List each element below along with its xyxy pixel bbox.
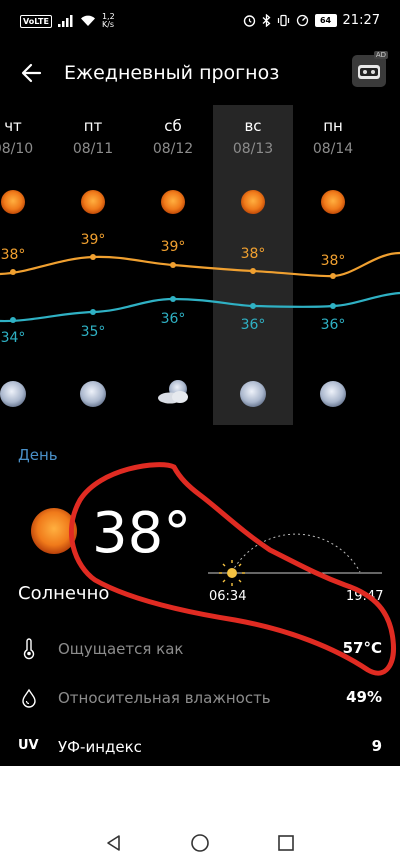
moon-icon: [0, 381, 26, 407]
sun-icon: [81, 190, 105, 214]
sun-icon: [31, 508, 77, 554]
daily-forecast-strip[interactable]: чт 08/10 пт 08/11 сб 08/12 вс 08/13 пн 0…: [0, 105, 400, 425]
uv-value: 9: [371, 737, 382, 755]
low-temp-label: 36°: [161, 311, 186, 327]
uv-icon: UV: [18, 738, 39, 753]
high-temp-label: 38°: [1, 247, 26, 263]
content-bottom-area: [0, 766, 400, 819]
moon-icon: [80, 381, 106, 407]
low-temp-label: 34°: [1, 330, 26, 346]
humidity-value: 49%: [346, 688, 382, 706]
status-clock: 21:27: [342, 13, 380, 28]
high-temp-label: 39°: [161, 239, 186, 255]
sun-icon: [1, 190, 25, 214]
vibrate-icon: [277, 14, 289, 27]
moon-icon: [240, 381, 266, 407]
forecast-graph: 38° 39° 39° 38° 38° 34° 35° 36° 36° 36°: [0, 190, 400, 407]
high-temp-label: 38°: [321, 253, 346, 269]
high-temp-label: 39°: [81, 232, 106, 248]
low-temp-label: 36°: [241, 317, 266, 333]
battery-icon: 64: [314, 14, 337, 27]
wifi-icon: [80, 15, 95, 26]
sun-icon: [321, 190, 345, 214]
water-drop-icon: [22, 688, 36, 708]
signal-icon: [57, 15, 73, 27]
sun-icon: [241, 190, 265, 214]
page-title: Ежедневный прогноз: [64, 62, 280, 84]
feels-like-label: Ощущается как: [58, 640, 184, 658]
high-temp-point: [90, 254, 96, 260]
data-saver-icon: [296, 14, 308, 27]
low-temp-point: [170, 296, 176, 302]
current-temperature: 38°: [92, 501, 192, 566]
ad-button[interactable]: AD: [352, 51, 388, 87]
thermometer-icon: [23, 638, 35, 660]
game-controller-icon: [358, 65, 380, 79]
nav-recents-icon[interactable]: [276, 833, 296, 853]
status-bar: VoLTE 1,2 K/s 64 21:27: [0, 0, 400, 44]
network-speed: 1,2 K/s: [101, 12, 115, 29]
alarm-icon: [243, 15, 255, 27]
high-temp-point: [10, 269, 16, 275]
nav-home-icon[interactable]: [190, 833, 210, 853]
high-temp-point: [170, 262, 176, 268]
humidity-label: Относительная влажность: [58, 689, 271, 707]
back-arrow-icon[interactable]: [18, 58, 48, 88]
app-header: Ежедневный прогноз: [0, 50, 400, 98]
sunrise-time: 06:34: [209, 589, 247, 604]
nav-back-icon[interactable]: [104, 833, 124, 853]
sun-icon: [161, 190, 185, 214]
low-temp-point: [90, 309, 96, 315]
high-temp-point: [250, 268, 256, 274]
sun-path-arc: [208, 533, 382, 586]
low-temp-label: 36°: [321, 317, 346, 333]
bluetooth-icon: [262, 14, 271, 27]
volte-indicator: VoLTE: [20, 14, 52, 28]
uv-index-row: UV УФ-индекс 9: [0, 728, 400, 768]
moon-cloud-icon: [158, 380, 188, 404]
high-temp-label: 38°: [241, 246, 266, 262]
low-temp-point: [250, 303, 256, 309]
ad-badge: AD: [373, 51, 388, 59]
feels-like-value: 57°C: [342, 639, 382, 657]
moon-icon: [320, 381, 346, 407]
feels-like-row: Ощущается как 57°C: [0, 630, 400, 670]
low-temp-point: [10, 317, 16, 323]
sunset-time: 19:47: [346, 589, 384, 604]
high-temp-point: [330, 273, 336, 279]
humidity-row: Относительная влажность 49%: [0, 679, 400, 719]
weather-condition: Солнечно: [18, 583, 110, 604]
section-label-day: День: [18, 446, 58, 464]
system-navigation-bar: [0, 819, 400, 867]
low-temp-label: 35°: [81, 324, 106, 340]
uv-label: УФ-индекс: [58, 738, 142, 756]
low-temp-point: [330, 303, 336, 309]
